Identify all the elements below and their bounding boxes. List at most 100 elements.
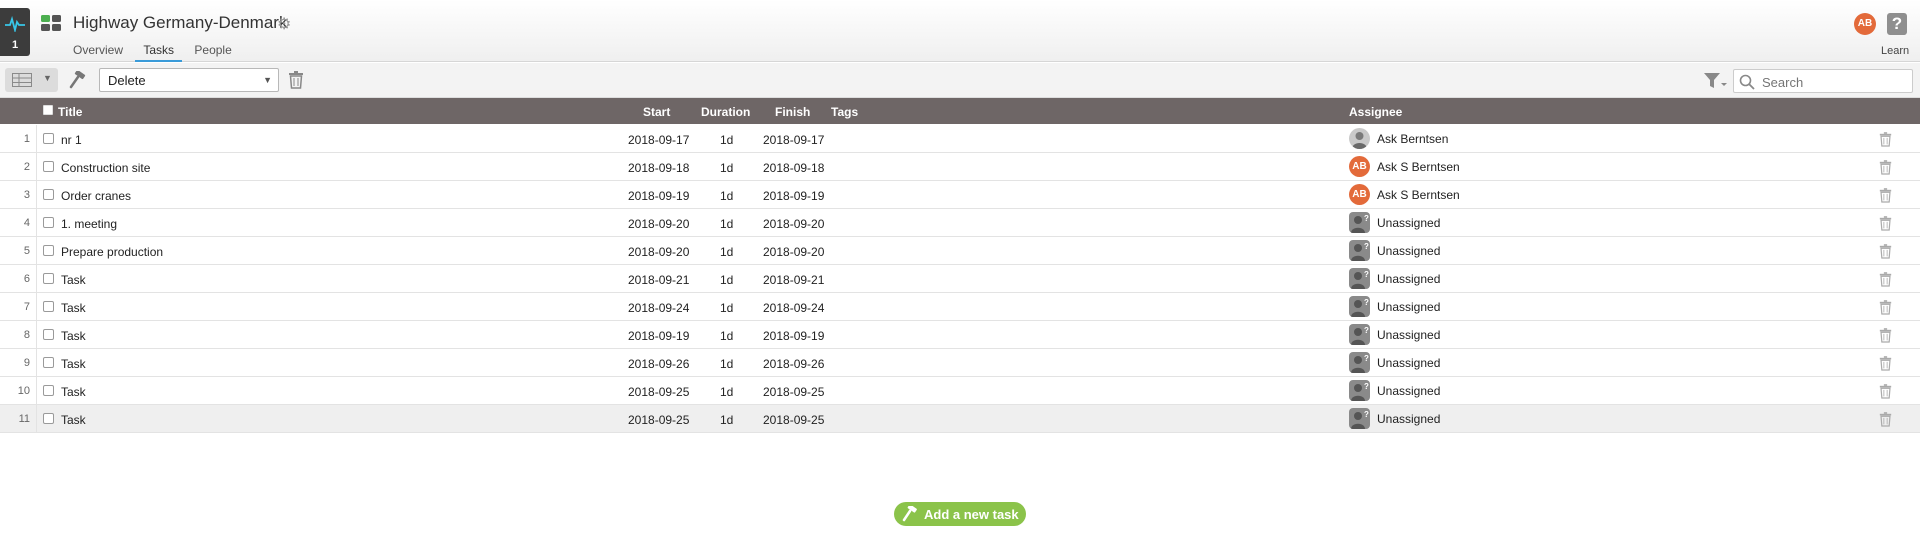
task-title[interactable]: Construction site [61, 161, 150, 175]
user-avatar[interactable]: AB [1854, 13, 1876, 35]
task-duration[interactable]: 1d [720, 301, 733, 315]
table-row[interactable]: 9 Task 2018-09-26 1d 2018-09-26? Unassigned [0, 349, 1920, 377]
column-header-assignee[interactable]: Assignee [1349, 105, 1402, 119]
task-start[interactable]: 2018-09-20 [628, 245, 689, 259]
task-assignee[interactable]: Unassigned [1377, 412, 1440, 426]
task-start[interactable]: 2018-09-19 [628, 189, 689, 203]
table-row[interactable]: 5 Prepare production 2018-09-20 1d 2018-09-2… [0, 237, 1920, 265]
task-start[interactable]: 2018-09-25 [628, 413, 689, 427]
trash-icon[interactable] [1879, 384, 1892, 402]
task-assignee[interactable]: Unassigned [1377, 328, 1440, 342]
add-task-button[interactable]: Add a new task [894, 502, 1026, 526]
task-title[interactable]: Prepare production [61, 245, 163, 259]
task-title[interactable]: Task [61, 301, 86, 315]
task-duration[interactable]: 1d [720, 273, 733, 287]
unassigned-user-icon[interactable]: ? [1349, 408, 1370, 429]
column-header-duration[interactable]: Duration [701, 105, 750, 119]
task-finish[interactable]: 2018-09-19 [763, 329, 824, 343]
tab-people[interactable]: People [194, 43, 231, 60]
unassigned-user-icon[interactable]: ? [1349, 324, 1370, 345]
help-icon[interactable]: ? [1887, 13, 1907, 35]
task-duration[interactable]: 1d [720, 161, 733, 175]
trash-icon[interactable] [1879, 356, 1892, 374]
row-checkbox[interactable] [43, 413, 54, 424]
task-assignee[interactable]: Unassigned [1377, 300, 1440, 314]
table-row[interactable]: 6 Task 2018-09-21 1d 2018-09-21? Unassigned [0, 265, 1920, 293]
trash-icon[interactable] [1879, 272, 1892, 290]
task-title[interactable]: Order cranes [61, 189, 131, 203]
assignee-avatar[interactable]: AB [1349, 156, 1370, 177]
column-header-start[interactable]: Start [643, 105, 670, 119]
row-checkbox[interactable] [43, 385, 54, 396]
hammer-icon[interactable] [69, 71, 89, 89]
table-row[interactable]: 10 Task 2018-09-25 1d 2018-09-25? Unassigned [0, 377, 1920, 405]
tab-overview[interactable]: Overview [73, 43, 123, 60]
assignee-avatar[interactable] [1349, 128, 1370, 149]
task-start[interactable]: 2018-09-18 [628, 161, 689, 175]
trash-icon[interactable] [1879, 244, 1892, 262]
task-title[interactable]: Task [61, 385, 86, 399]
row-checkbox[interactable] [43, 133, 54, 144]
task-start[interactable]: 2018-09-21 [628, 273, 689, 287]
task-start[interactable]: 2018-09-25 [628, 385, 689, 399]
task-finish[interactable]: 2018-09-25 [763, 385, 824, 399]
row-checkbox[interactable] [43, 273, 54, 284]
task-title[interactable]: Task [61, 273, 86, 287]
table-row[interactable]: 2 Construction site 2018-09-18 1d 2018-09-18… [0, 153, 1920, 181]
task-start[interactable]: 2018-09-19 [628, 329, 689, 343]
task-title[interactable]: Task [61, 413, 86, 427]
trash-icon[interactable] [288, 71, 304, 89]
task-finish[interactable]: 2018-09-25 [763, 413, 824, 427]
select-all-checkbox[interactable] [43, 105, 53, 115]
task-finish[interactable]: 2018-09-19 [763, 189, 824, 203]
column-header-finish[interactable]: Finish [775, 105, 810, 119]
column-header-tags[interactable]: Tags [831, 105, 858, 119]
unassigned-user-icon[interactable]: ? [1349, 212, 1370, 233]
unassigned-user-icon[interactable]: ? [1349, 352, 1370, 373]
trash-icon[interactable] [1879, 300, 1892, 318]
bulk-action-select[interactable]: Delete ▼ [99, 68, 279, 92]
task-duration[interactable]: 1d [720, 357, 733, 371]
task-start[interactable]: 2018-09-26 [628, 357, 689, 371]
task-start[interactable]: 2018-09-20 [628, 217, 689, 231]
task-title[interactable]: nr 1 [61, 133, 82, 147]
unassigned-user-icon[interactable]: ? [1349, 380, 1370, 401]
task-title[interactable]: Task [61, 329, 86, 343]
table-row[interactable]: 8 Task 2018-09-19 1d 2018-09-19? Unassigned [0, 321, 1920, 349]
unassigned-user-icon[interactable]: ? [1349, 240, 1370, 261]
row-checkbox[interactable] [43, 189, 54, 200]
task-finish[interactable]: 2018-09-20 [763, 245, 824, 259]
row-checkbox[interactable] [43, 301, 54, 312]
table-row[interactable]: 7 Task 2018-09-24 1d 2018-09-24? Unassigned [0, 293, 1920, 321]
task-finish[interactable]: 2018-09-20 [763, 217, 824, 231]
task-title[interactable]: 1. meeting [61, 217, 117, 231]
table-row[interactable]: 4 1. meeting 2018-09-20 1d 2018-09-20? Unassi… [0, 209, 1920, 237]
search-input[interactable] [1762, 73, 1910, 91]
task-assignee[interactable]: Ask S Berntsen [1377, 160, 1460, 174]
task-duration[interactable]: 1d [720, 413, 733, 427]
task-finish[interactable]: 2018-09-17 [763, 133, 824, 147]
trash-icon[interactable] [1879, 216, 1892, 234]
column-header-title[interactable]: Title [58, 105, 82, 119]
task-duration[interactable]: 1d [720, 189, 733, 203]
table-row[interactable]: 11 Task 2018-09-25 1d 2018-09-25? Unassigned [0, 405, 1920, 433]
task-finish[interactable]: 2018-09-26 [763, 357, 824, 371]
row-checkbox[interactable] [43, 161, 54, 172]
filter-icon[interactable] [1704, 72, 1728, 90]
trash-icon[interactable] [1879, 188, 1892, 206]
task-start[interactable]: 2018-09-24 [628, 301, 689, 315]
row-checkbox[interactable] [43, 217, 54, 228]
task-assignee[interactable]: Unassigned [1377, 272, 1440, 286]
learn-link[interactable]: Learn [1881, 45, 1909, 57]
trash-icon[interactable] [1879, 160, 1892, 178]
task-assignee[interactable]: Unassigned [1377, 356, 1440, 370]
activity-badge[interactable]: 1 [0, 8, 30, 56]
trash-icon[interactable] [1879, 328, 1892, 346]
table-row[interactable]: 1 nr 1 2018-09-17 1d 2018-09-17 Ask Berntsen [0, 125, 1920, 153]
task-duration[interactable]: 1d [720, 329, 733, 343]
view-switch-button[interactable]: ▼ [5, 68, 58, 92]
task-assignee[interactable]: Unassigned [1377, 384, 1440, 398]
trash-icon[interactable] [1879, 412, 1892, 430]
trash-icon[interactable] [1879, 132, 1892, 150]
row-checkbox[interactable] [43, 245, 54, 256]
